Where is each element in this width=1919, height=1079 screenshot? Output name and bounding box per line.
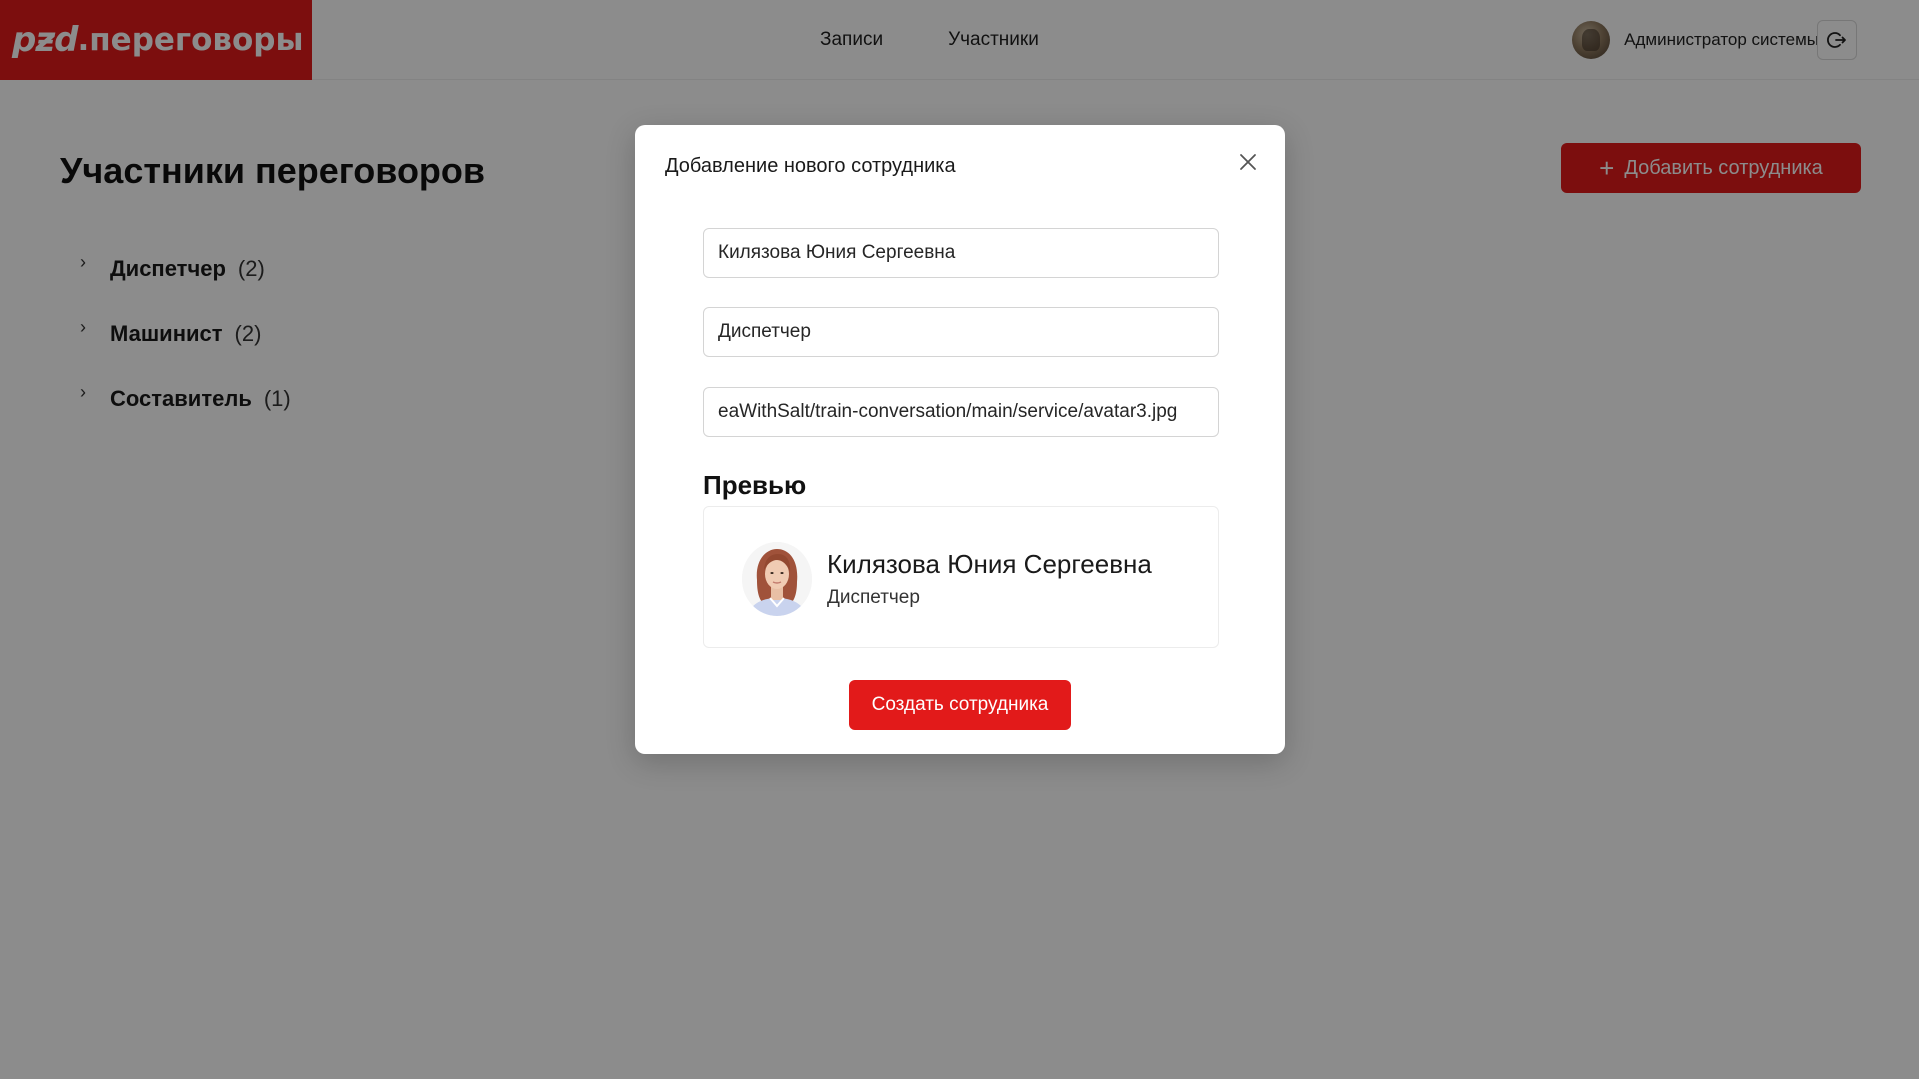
create-employee-button[interactable]: Создать сотрудника	[849, 680, 1071, 730]
close-icon	[1240, 154, 1256, 170]
close-button[interactable]	[1233, 147, 1263, 177]
name-input[interactable]	[718, 242, 1204, 264]
person-photo-icon	[742, 542, 812, 616]
preview-title: Превью	[703, 470, 807, 500]
preview-card: Килязова Юния Сергеевна Диспетчер	[703, 506, 1219, 648]
avatar-url-input[interactable]	[718, 401, 1204, 423]
role-field[interactable]	[703, 307, 1219, 357]
preview-name: Килязова Юния Сергеевна	[827, 549, 1152, 579]
role-input[interactable]	[718, 321, 1204, 343]
employee-avatar	[742, 542, 812, 616]
modal-title: Добавление нового сотрудника	[665, 155, 956, 177]
name-field[interactable]	[703, 228, 1219, 278]
preview-role: Диспетчер	[827, 587, 920, 608]
add-employee-modal: Добавление нового сотрудника Превью	[635, 125, 1285, 754]
avatar-url-field[interactable]	[703, 387, 1219, 437]
